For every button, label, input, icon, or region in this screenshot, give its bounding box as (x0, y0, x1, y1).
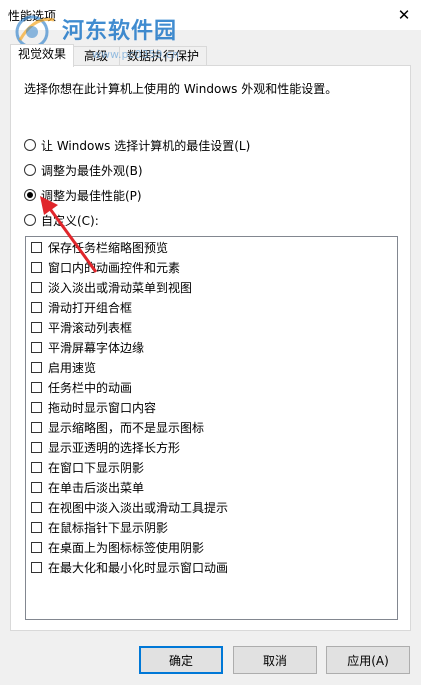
checkbox[interactable] (31, 321, 42, 333)
checkbox[interactable] (31, 561, 42, 573)
option-row[interactable]: 在最大化和最小化时显示窗口动画 (31, 558, 228, 576)
effects-list[interactable]: 保存任务栏缩略图预览 窗口内的动画控件和元素 淡入淡出或滑动菜单到视图 滑动打开… (25, 236, 398, 620)
option-label: 任务栏中的动画 (48, 380, 133, 395)
radio-circle[interactable] (24, 139, 36, 151)
title-bar: 性能选项 ✕ (0, 0, 421, 30)
radio-let-windows-choose[interactable]: 让 Windows 选择计算机的最佳设置(L) (24, 136, 250, 154)
option-label: 在最大化和最小化时显示窗口动画 (48, 560, 229, 575)
option-row[interactable]: 在视图中淡入淡出或滑动工具提示 (31, 498, 228, 516)
radio-custom[interactable]: 自定义(C): (24, 211, 99, 229)
option-label: 保存任务栏缩略图预览 (48, 240, 169, 255)
checkbox[interactable] (31, 441, 42, 453)
option-row[interactable]: 在桌面上为图标标签使用阴影 (31, 538, 204, 556)
checkbox[interactable] (31, 301, 42, 313)
option-label: 在桌面上为图标标签使用阴影 (48, 540, 205, 555)
option-label: 在视图中淡入淡出或滑动工具提示 (48, 500, 229, 515)
option-row[interactable]: 平滑滚动列表框 (31, 318, 132, 336)
option-label: 在鼠标指针下显示阴影 (48, 520, 169, 535)
tab-visual-effects-label: 视觉效果 (17, 47, 66, 61)
tab-visual-effects[interactable]: 视觉效果 (10, 44, 74, 67)
tab-advanced[interactable]: 高级 (70, 46, 122, 66)
checkbox[interactable] (31, 281, 42, 293)
option-label: 平滑屏幕字体边缘 (48, 340, 145, 355)
tab-dep[interactable]: 数据执行保护 (119, 46, 207, 66)
panel-description: 选择你想在此计算机上使用的 Windows 外观和性能设置。 (24, 82, 338, 96)
checkbox[interactable] (31, 381, 42, 393)
option-label: 启用速览 (48, 360, 97, 375)
checkbox[interactable] (31, 421, 42, 433)
option-label: 显示亚透明的选择长方形 (48, 440, 181, 455)
radio-label: 调整为最佳外观(B) (41, 163, 143, 178)
radio-label: 调整为最佳性能(P) (41, 188, 142, 203)
ok-button-label: 确定 (168, 653, 193, 668)
apply-button-label: 应用(A) (347, 653, 389, 668)
option-row[interactable]: 任务栏中的动画 (31, 378, 132, 396)
checkbox[interactable] (31, 261, 42, 273)
close-icon: ✕ (397, 6, 411, 24)
option-label: 平滑滚动列表框 (48, 320, 133, 335)
option-label: 在单击后淡出菜单 (48, 480, 145, 495)
checkbox[interactable] (31, 361, 42, 373)
option-row[interactable]: 启用速览 (31, 358, 96, 376)
apply-button[interactable]: 应用(A) (326, 646, 410, 674)
checkbox[interactable] (31, 401, 42, 413)
option-row[interactable]: 淡入淡出或滑动菜单到视图 (31, 278, 192, 296)
radio-label: 自定义(C): (41, 213, 99, 228)
option-label: 窗口内的动画控件和元素 (48, 260, 181, 275)
cancel-button-label: 取消 (262, 653, 287, 668)
checkbox[interactable] (31, 501, 42, 513)
checkbox[interactable] (31, 241, 42, 253)
option-label: 在窗口下显示阴影 (48, 460, 145, 475)
option-label: 淡入淡出或滑动菜单到视图 (48, 280, 193, 295)
close-button[interactable]: ✕ (387, 0, 421, 30)
cancel-button[interactable]: 取消 (233, 646, 317, 674)
option-row[interactable]: 滑动打开组合框 (31, 298, 132, 316)
checkbox[interactable] (31, 481, 42, 493)
option-row[interactable]: 保存任务栏缩略图预览 (31, 238, 168, 256)
option-row[interactable]: 平滑屏幕字体边缘 (31, 338, 144, 356)
radio-circle[interactable] (24, 214, 36, 226)
option-row[interactable]: 显示亚透明的选择长方形 (31, 438, 180, 456)
option-row[interactable]: 在窗口下显示阴影 (31, 458, 144, 476)
radio-circle-selected[interactable] (24, 189, 36, 201)
option-row[interactable]: 在单击后淡出菜单 (31, 478, 144, 496)
radio-label: 让 Windows 选择计算机的最佳设置(L) (41, 138, 251, 153)
radio-best-performance[interactable]: 调整为最佳性能(P) (24, 186, 142, 204)
option-row[interactable]: 显示缩略图，而不是显示图标 (31, 418, 204, 436)
radio-circle[interactable] (24, 164, 36, 176)
option-row[interactable]: 在鼠标指针下显示阴影 (31, 518, 168, 536)
radio-best-appearance[interactable]: 调整为最佳外观(B) (24, 161, 143, 179)
tab-dep-label: 数据执行保护 (126, 49, 199, 63)
tab-advanced-label: 高级 (83, 49, 108, 63)
option-label: 拖动时显示窗口内容 (48, 400, 157, 415)
option-label: 滑动打开组合框 (48, 300, 133, 315)
checkbox[interactable] (31, 341, 42, 353)
option-row[interactable]: 窗口内的动画控件和元素 (31, 258, 180, 276)
option-label: 显示缩略图，而不是显示图标 (48, 420, 205, 435)
checkbox[interactable] (31, 541, 42, 553)
option-row[interactable]: 拖动时显示窗口内容 (31, 398, 156, 416)
ok-button[interactable]: 确定 (139, 646, 223, 674)
window-title: 性能选项 (8, 9, 57, 23)
checkbox[interactable] (31, 521, 42, 533)
checkbox[interactable] (31, 461, 42, 473)
visual-effects-panel: 选择你想在此计算机上使用的 Windows 外观和性能设置。 让 Windows… (10, 65, 411, 631)
